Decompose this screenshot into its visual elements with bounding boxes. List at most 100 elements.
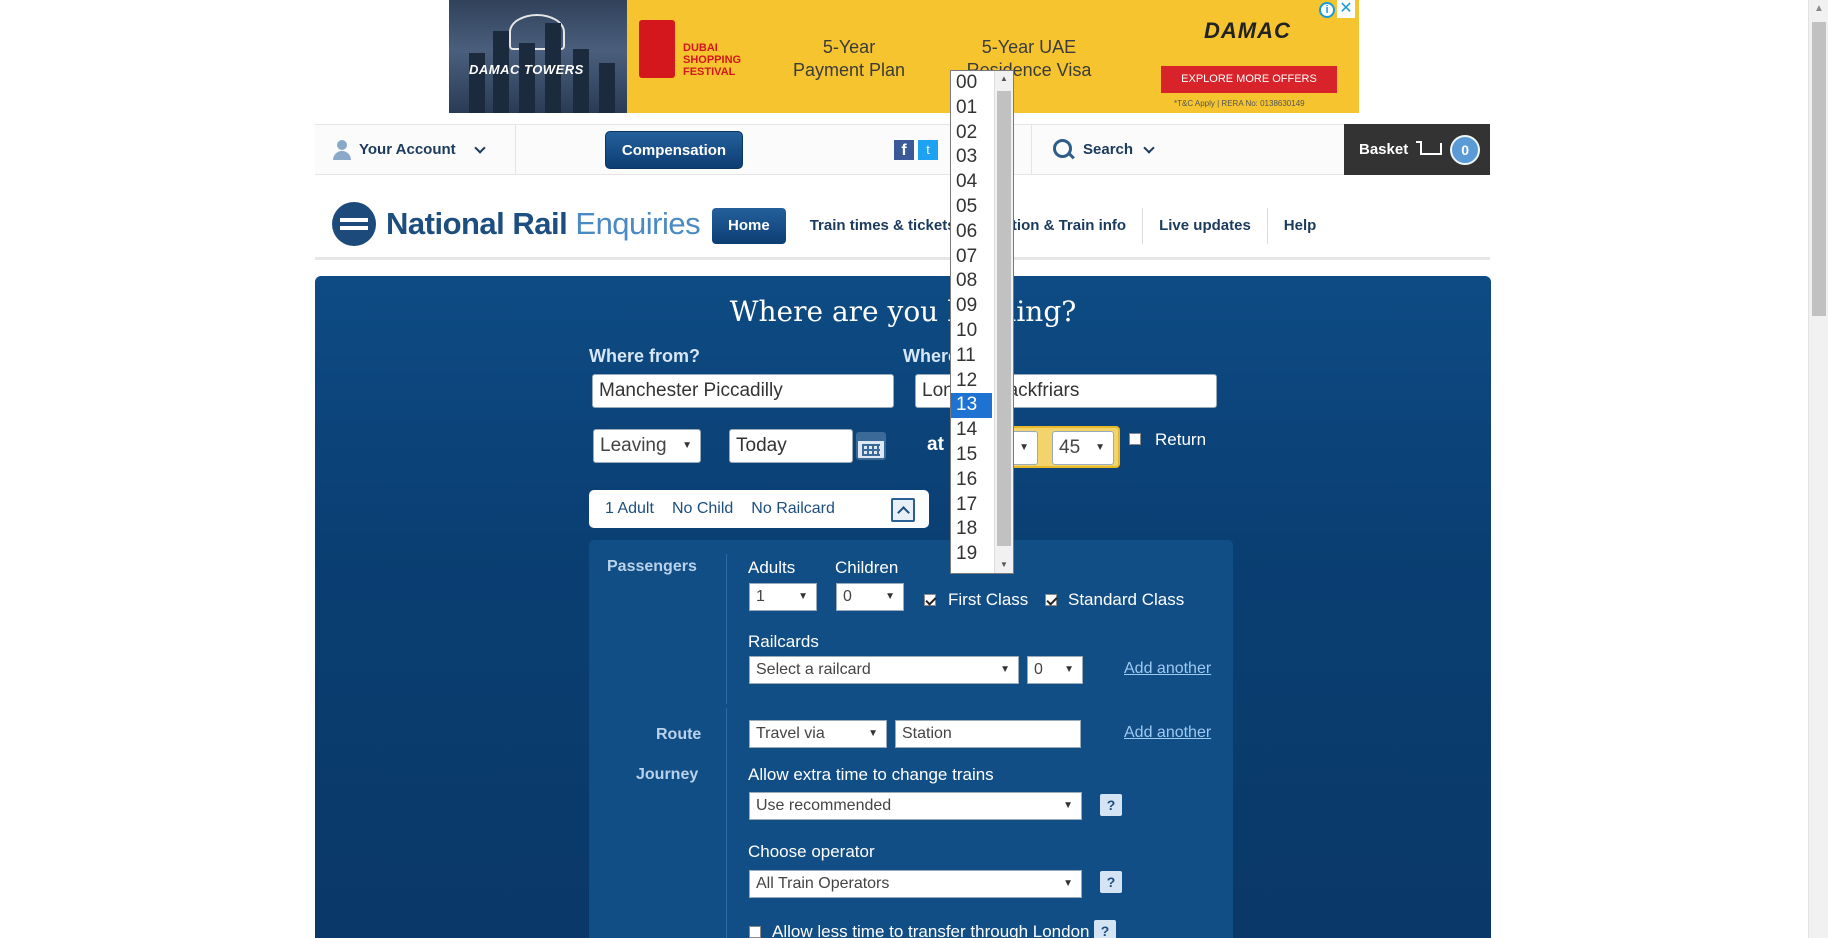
hour-option[interactable]: 18 <box>951 517 992 542</box>
add-another-route-link[interactable]: Add another <box>1124 724 1211 742</box>
ad-close-icon[interactable]: ✕ <box>1337 0 1355 18</box>
your-account-label: Your Account <box>359 141 456 158</box>
main-nav: Home Train times & tickets Station & Tra… <box>712 208 1332 244</box>
basket-button[interactable]: Basket 0 <box>1344 124 1490 175</box>
shopping-bag-icon <box>639 20 675 78</box>
hour-option[interactable]: 13 <box>951 393 992 419</box>
from-label: Where from? <box>589 346 701 366</box>
twitter-icon[interactable]: t <box>918 140 938 160</box>
main-header: National Rail Enquiries Home Train times… <box>315 190 1490 260</box>
your-account-menu[interactable]: Your Account <box>333 125 486 174</box>
nav-train-times-tickets[interactable]: Train times & tickets <box>794 208 973 244</box>
via-station-input[interactable]: Station <box>895 720 1081 748</box>
hour-option[interactable]: 08 <box>951 269 992 294</box>
adults-select[interactable]: 1 ▼ <box>749 583 817 611</box>
basket-label: Basket <box>1359 141 1409 158</box>
page-scrollbar[interactable]: ▲ <box>1808 0 1828 938</box>
return-checkbox[interactable] <box>1129 433 1141 445</box>
dropdown-scroll-thumb[interactable] <box>997 91 1011 546</box>
social-links: f t <box>894 140 938 160</box>
hour-option[interactable]: 11 <box>951 344 992 369</box>
passenger-summary[interactable]: 1 Adult No Child No Railcard <box>589 490 929 528</box>
minute-select[interactable]: 45 ▼ <box>1052 431 1114 465</box>
hour-option[interactable]: 10 <box>951 319 992 344</box>
operator-select[interactable]: All Train Operators ▼ <box>749 870 1082 898</box>
london-transfer-label: Allow less time to transfer through Lond… <box>772 922 1090 938</box>
travel-via-select[interactable]: Travel via ▼ <box>749 720 887 748</box>
logo-text-light: Enquiries <box>575 206 701 241</box>
ad-fineprint: *T&C Apply | RERA No: 0138630149 <box>1174 99 1305 108</box>
summary-adults: 1 Adult <box>605 500 654 517</box>
date-input[interactable]: Today <box>729 429 853 463</box>
search-icon <box>1053 138 1075 161</box>
london-transfer-checkbox[interactable] <box>749 926 761 938</box>
ad-explore-button[interactable]: EXPLORE MORE OFFERS <box>1161 66 1337 93</box>
person-icon <box>333 139 351 160</box>
from-station-input[interactable]: Manchester Piccadilly <box>592 374 894 408</box>
facebook-icon[interactable]: f <box>894 140 914 160</box>
hour-option[interactable]: 02 <box>951 121 992 146</box>
add-another-railcard-link[interactable]: Add another <box>1124 660 1211 678</box>
extra-time-help-icon[interactable]: ? <box>1100 794 1122 816</box>
at-label: at <box>927 434 944 455</box>
first-class-label: First Class <box>948 590 1029 609</box>
search-menu[interactable]: Search <box>1053 125 1155 174</box>
hour-option[interactable]: 09 <box>951 294 992 319</box>
nav-help[interactable]: Help <box>1268 208 1333 244</box>
hour-option[interactable]: 16 <box>951 468 992 493</box>
scroll-up-icon[interactable]: ▲ <box>995 71 1013 87</box>
double-arrow-logo-icon <box>332 202 376 246</box>
compensation-button[interactable]: Compensation <box>605 131 743 169</box>
route-label: Route <box>656 726 702 743</box>
hour-option[interactable]: 12 <box>951 369 992 394</box>
hour-option[interactable]: 01 <box>951 96 992 121</box>
hour-option[interactable]: 06 <box>951 220 992 245</box>
advertisement-banner[interactable]: DAMAC TOWERS DUBAI SHOPPING FESTIVAL 5-Y… <box>449 0 1359 113</box>
hour-option[interactable]: 14 <box>951 418 992 443</box>
leaving-select[interactable]: Leaving ▼ <box>593 429 701 463</box>
page-scroll-up-icon[interactable]: ▲ <box>1809 0 1828 18</box>
operator-help-icon[interactable]: ? <box>1100 871 1122 893</box>
hour-option[interactable]: 00 <box>951 71 992 96</box>
nav-home[interactable]: Home <box>712 208 786 244</box>
hour-option[interactable]: 04 <box>951 170 992 195</box>
journey-planner: Where are you heading? Where from? Manch… <box>315 276 1491 938</box>
summary-railcard: No Railcard <box>751 500 835 517</box>
calendar-icon[interactable] <box>856 432 886 460</box>
basket-count-badge: 0 <box>1450 134 1481 165</box>
hour-option[interactable]: 07 <box>951 245 992 270</box>
return-label: Return <box>1155 430 1207 449</box>
ad-damac-logo: DAMAC <box>1204 18 1291 43</box>
first-class-checkbox[interactable] <box>924 594 936 606</box>
nav-live-updates[interactable]: Live updates <box>1143 208 1268 244</box>
page-scroll-thumb[interactable] <box>1812 22 1826 316</box>
hour-option[interactable]: 17 <box>951 493 992 518</box>
ad-festival-text: DUBAI SHOPPING FESTIVAL <box>683 42 742 78</box>
hour-dropdown-list[interactable]: 00 01 02 03 04 05 06 07 08 09 10 11 12 13 14 15 16 17 18 19… <box>950 70 1014 574</box>
railcard-select[interactable]: Select a railcard ▼ <box>749 656 1019 684</box>
national-rail-logo[interactable]: National Rail Enquiries <box>332 202 701 246</box>
logo-text-bold: National Rail <box>386 206 568 241</box>
adchoices-icon[interactable]: i <box>1319 2 1335 18</box>
journey-options-panel: Passengers Adults 1 ▼ Children 0 ▼ First C… <box>589 540 1233 938</box>
scroll-down-icon[interactable]: ▼ <box>995 557 1013 573</box>
standard-class-label: Standard Class <box>1068 590 1185 609</box>
hour-option[interactable]: 03 <box>951 145 992 170</box>
ad-festival: DUBAI SHOPPING FESTIVAL <box>639 20 742 90</box>
london-transfer-help-icon[interactable]: ? <box>1094 920 1116 938</box>
hour-option[interactable]: 05 <box>951 195 992 220</box>
search-label: Search <box>1083 141 1134 158</box>
children-label: Children <box>835 558 899 577</box>
hour-option[interactable]: 19 <box>951 542 992 567</box>
standard-class-checkbox[interactable] <box>1045 594 1057 606</box>
dropdown-scrollbar[interactable]: ▲ ▼ <box>994 71 1013 573</box>
extra-time-select[interactable]: Use recommended ▼ <box>749 792 1082 820</box>
planner-title: Where are you heading? <box>729 295 1077 328</box>
railcard-count-select[interactable]: 0 ▼ <box>1027 656 1083 684</box>
ad-tower-image: DAMAC TOWERS <box>449 0 627 113</box>
hour-option[interactable]: 15 <box>951 443 992 468</box>
collapse-chevron-up-icon[interactable] <box>891 498 915 522</box>
chevron-down-icon <box>474 141 486 154</box>
utility-bar: Your Account Compensation f t Search Bas… <box>315 124 1490 175</box>
children-select[interactable]: 0 ▼ <box>836 583 904 611</box>
